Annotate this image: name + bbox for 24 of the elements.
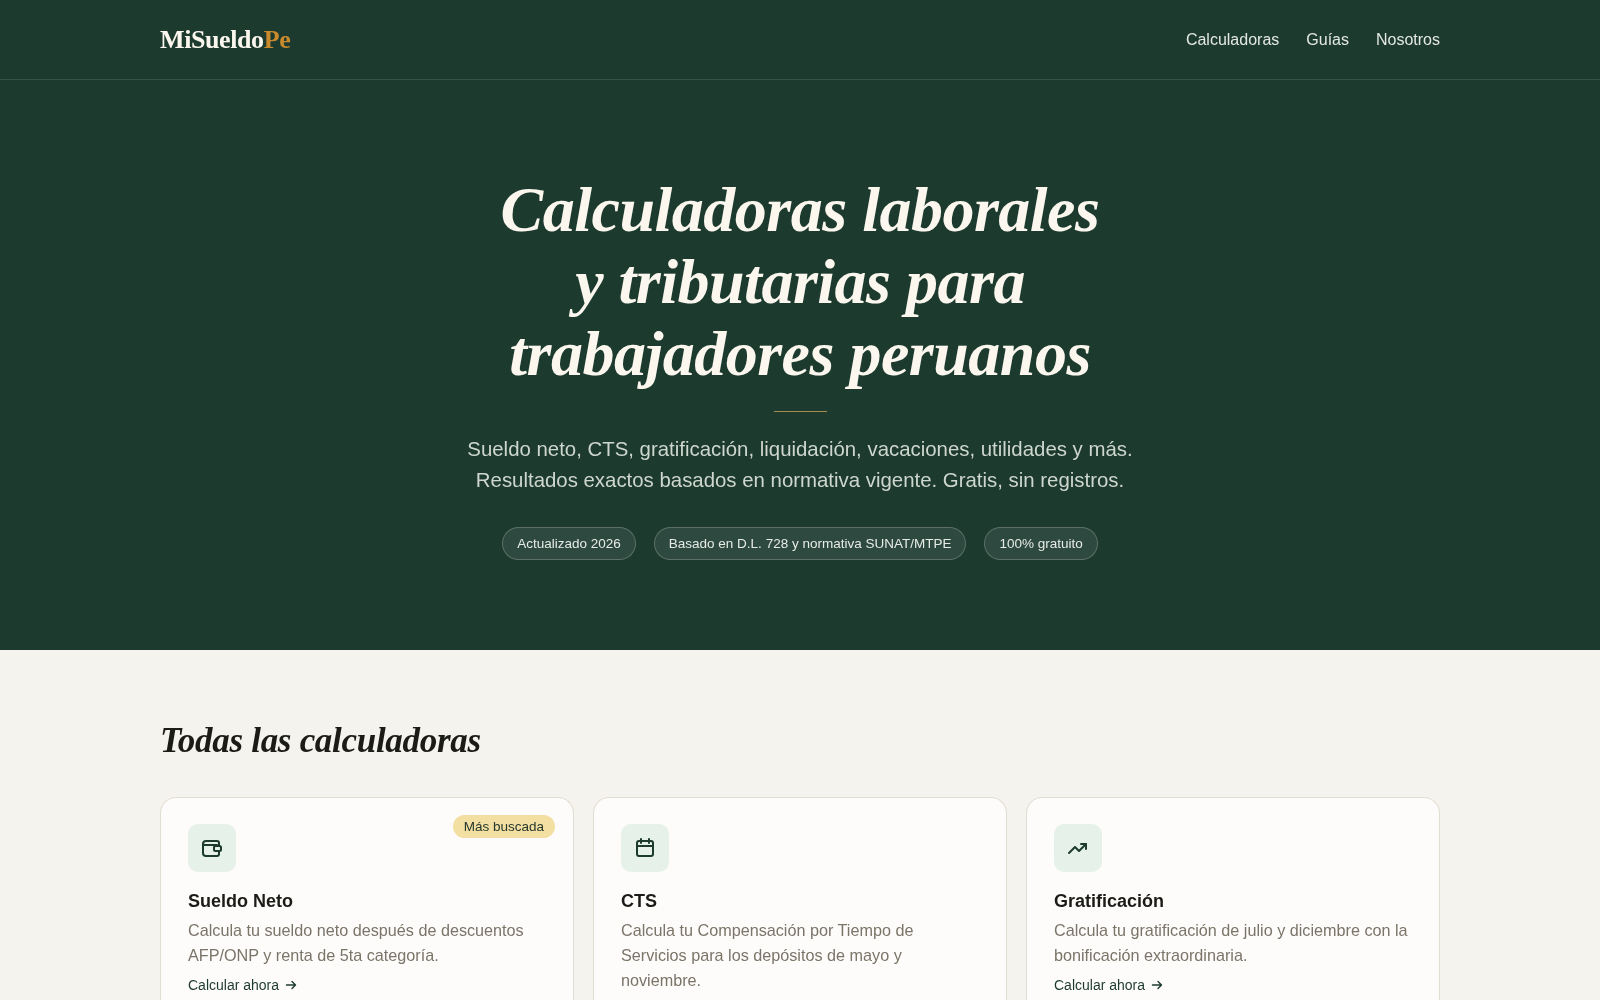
wallet-icon <box>188 824 236 872</box>
nav-link[interactable]: Calculadoras <box>1185 28 1280 51</box>
trending-up-icon <box>1054 824 1102 872</box>
info-tag: 100% gratuito <box>984 527 1098 560</box>
calendar-icon <box>621 824 669 872</box>
hero-title: Calculadoras laborales y tributarias para trabajadores peruanos <box>500 174 1100 390</box>
calculate-link[interactable]: Calcular ahora <box>188 976 298 994</box>
popular-badge: Más buscada <box>452 815 555 838</box>
info-tag: Basado en D.L. 728 y normativa SUNAT/MTPE <box>653 527 967 560</box>
section-heading: Todas las calculadoras <box>160 720 482 762</box>
card-title: Sueldo Neto <box>188 890 293 913</box>
hero-subtitle: Sueldo neto, CTS, gratificación, liquidación, vacaciones, utilidades y más. Resultados exactos basados en normativa vigente. Gratis, sin registros. <box>467 437 1133 493</box>
card-description: Calcula tu gratificación de julio y diciembre con la bonificación extraordinaria. <box>1054 920 1409 966</box>
card-description: Calcula tu sueldo neto después de descuentos AFP/ONP y renta de 5ta categoría. <box>188 920 525 966</box>
nav-link[interactable]: Guías <box>1306 28 1349 51</box>
arrow-right-icon <box>1151 979 1164 991</box>
site-logo[interactable]: MiSueldoPe <box>160 23 291 56</box>
card-title: Gratificación <box>1054 890 1165 913</box>
calculate-link[interactable]: Calcular ahora <box>1054 976 1164 994</box>
info-tag: Actualizado 2026 <box>502 527 636 560</box>
card-title: CTS <box>621 890 657 913</box>
arrow-right-icon <box>285 979 298 991</box>
card-description: Calcula tu Compensación por Tiempo de Servicios para los depósitos de mayo y noviembre. <box>621 920 915 991</box>
nav-link[interactable]: Nosotros <box>1375 28 1440 51</box>
